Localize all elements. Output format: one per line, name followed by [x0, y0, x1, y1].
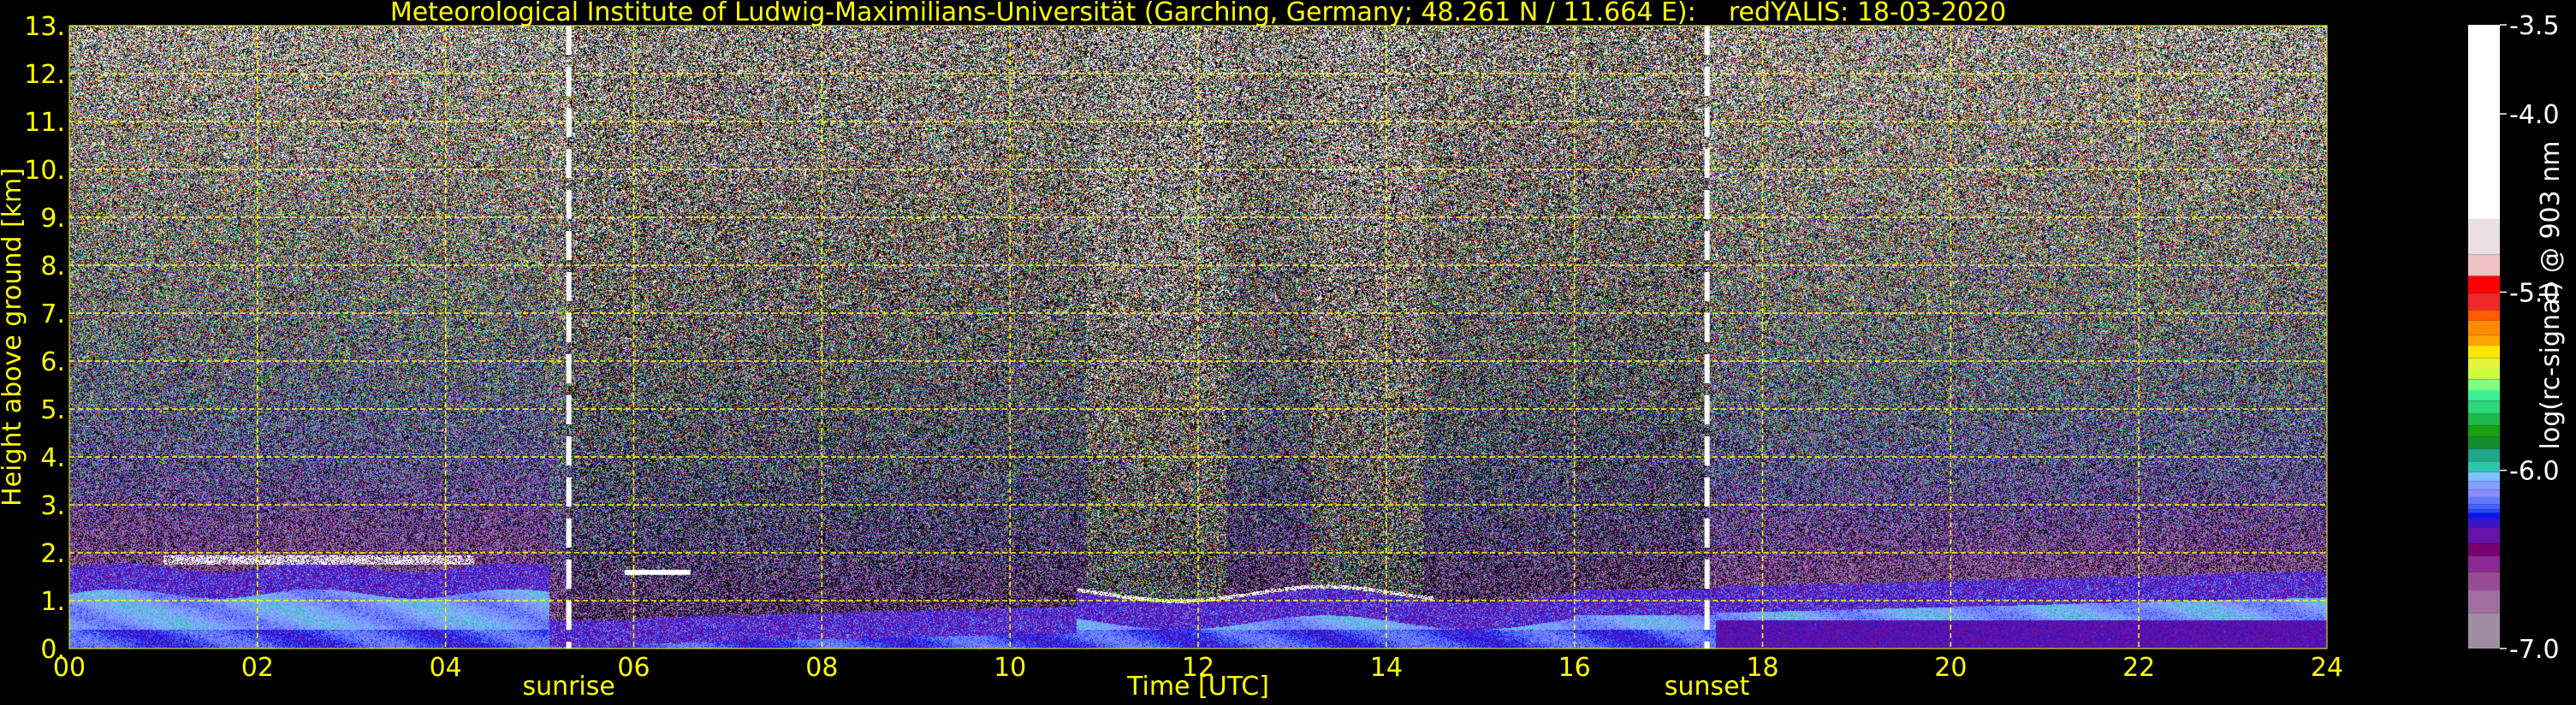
x-tick-label: 10	[994, 653, 1026, 683]
colorbar-tick-label: -6.0	[2509, 457, 2560, 487]
x-tick-label: 04	[430, 653, 462, 683]
y-tick-label: 7.	[40, 299, 65, 329]
x-tick-label: 12	[1182, 653, 1214, 683]
annotation-label-sunrise: sunrise	[522, 672, 614, 702]
y-tick-label: 5.	[40, 395, 65, 425]
y-tick-label: 13.	[24, 12, 65, 42]
y-tick-label: 3.	[40, 491, 65, 521]
y-tick-label: 10.	[24, 156, 65, 186]
y-tick-label: 4.	[40, 443, 65, 473]
x-tick-label: 02	[241, 653, 274, 683]
colorbar-tick-label: -4.0	[2509, 100, 2560, 130]
annotation-label-sunset: sunset	[1665, 672, 1750, 702]
y-tick-label: 8.	[40, 252, 65, 281]
chart-overlay: Meteorological Institute of Ludwig-Maxim…	[0, 0, 2566, 702]
x-tick-label: 18	[1746, 653, 1778, 683]
annotation-lines	[566, 26, 1710, 649]
x-tick-label: 20	[1934, 653, 1967, 683]
y-axis-label: Height above ground [km]	[0, 168, 27, 507]
x-tick-label: 24	[2311, 653, 2343, 683]
x-tick-label: 06	[617, 653, 650, 683]
y-tick-label: 2.	[40, 539, 65, 569]
colorbar-tick-label: -7.0	[2509, 635, 2560, 665]
x-tick-label: 14	[1370, 653, 1403, 683]
colorbar-tick-label: -3.5	[2509, 11, 2560, 41]
y-tick-label: 0.	[40, 635, 65, 665]
colorbar-label: log(rc-signal) @ 903 nm	[2536, 141, 2566, 450]
grid	[69, 26, 2327, 649]
y-tick-label: 9.	[40, 204, 65, 234]
y-tick-label: 6.	[40, 347, 65, 377]
x-tick-label: 08	[805, 653, 838, 683]
chart-title: Meteorological Institute of Ludwig-Maxim…	[390, 0, 2006, 27]
y-tick-label: 12.	[24, 60, 65, 90]
x-tick-label: 16	[1558, 653, 1591, 683]
x-tick-label: 22	[2122, 653, 2155, 683]
y-tick-label: 1.	[40, 587, 65, 617]
y-tick-labels: 0. 1. 2. 3. 4. 5. 6. 7. 8. 9. 10. 11. 12. 13.	[24, 12, 65, 665]
y-tick-label: 11.	[24, 108, 65, 138]
x-tick-labels: 00 02 04 06 08 10 12 14 16 18 20 22 24	[53, 653, 2343, 683]
